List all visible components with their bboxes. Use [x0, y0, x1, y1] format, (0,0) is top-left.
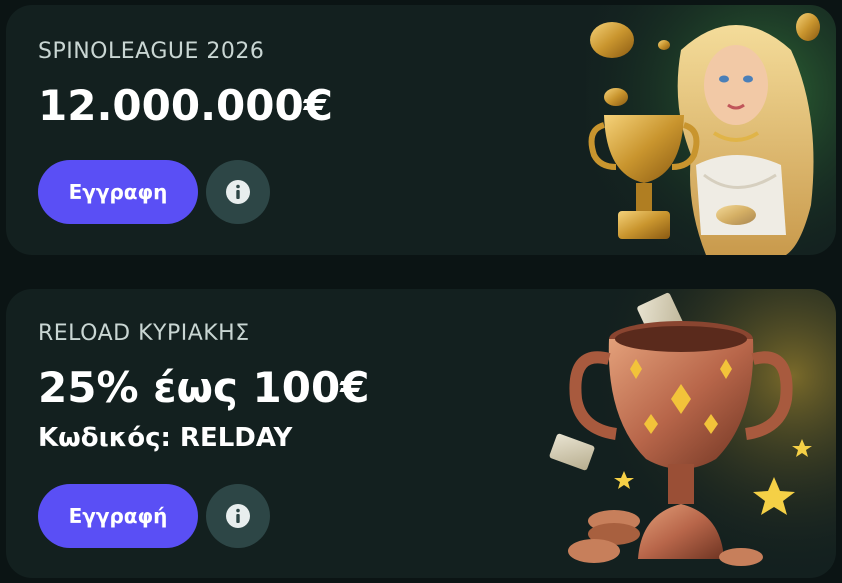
info-icon	[226, 504, 250, 528]
goddess-trophy-illustration	[586, 5, 836, 255]
info-icon	[226, 180, 250, 204]
promo-title: RELOAD ΚΥΡΙΑΚΗΣ	[38, 321, 250, 346]
promo-title: SPINOLEAGUE 2026	[38, 39, 265, 64]
promo-card-spinoleague[interactable]: SPINOLEAGUE 2026 12.000.000€ Εγγραφη	[6, 5, 836, 255]
promo-amount: 25% έως 100€	[38, 363, 370, 412]
promo-card-reload[interactable]: RELOAD ΚΥΡΙΑΚΗΣ 25% έως 100€ Κωδικός: RE…	[6, 289, 836, 578]
register-button[interactable]: Εγγραφή	[38, 484, 198, 548]
promo-amount: 12.000.000€	[38, 81, 333, 130]
info-button[interactable]	[206, 160, 270, 224]
register-button[interactable]: Εγγραφη	[38, 160, 198, 224]
bronze-trophy-illustration	[546, 289, 836, 578]
promo-code: Κωδικός: RELDAY	[38, 423, 293, 453]
info-button[interactable]	[206, 484, 270, 548]
